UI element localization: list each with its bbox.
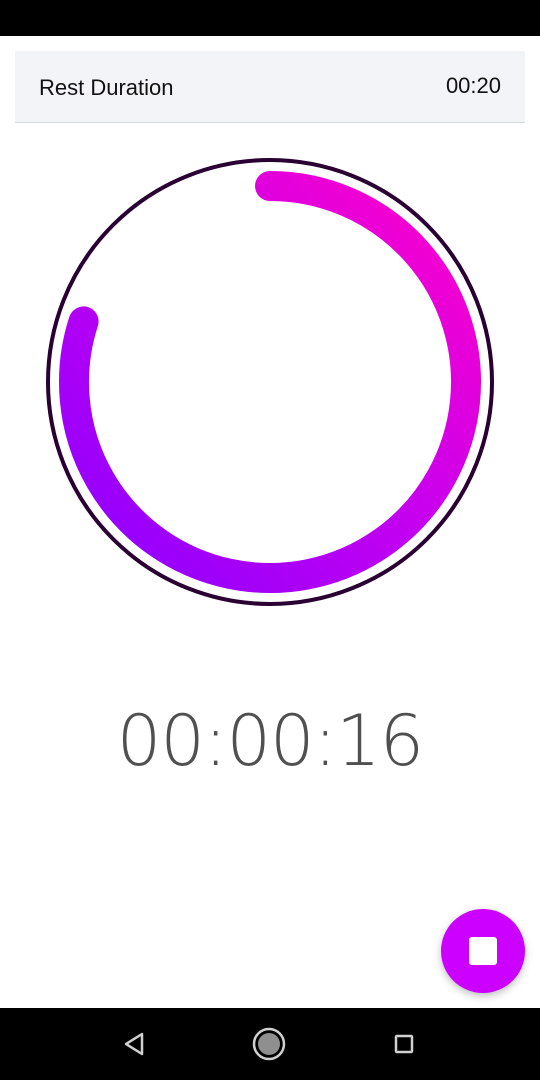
stop-icon <box>469 937 497 965</box>
back-triangle-icon[interactable] <box>117 1026 153 1062</box>
recents-square-icon[interactable] <box>386 1026 422 1062</box>
progress-ring-svg <box>46 158 494 606</box>
elapsed-time: 00:00:16 <box>116 700 424 782</box>
outer-ring <box>46 158 494 606</box>
stop-button[interactable] <box>441 909 525 993</box>
progress-arc <box>59 171 481 593</box>
status-bar <box>0 0 540 36</box>
progress-ring <box>40 153 500 613</box>
rest-duration-value: 00:20 <box>445 73 501 98</box>
rest-duration-row[interactable]: Rest Duration 00:20 <box>15 51 525 123</box>
home-circle-icon[interactable] <box>251 1026 287 1062</box>
rest-duration-label: Rest Duration <box>39 75 174 100</box>
navigation-bar <box>0 1008 540 1080</box>
